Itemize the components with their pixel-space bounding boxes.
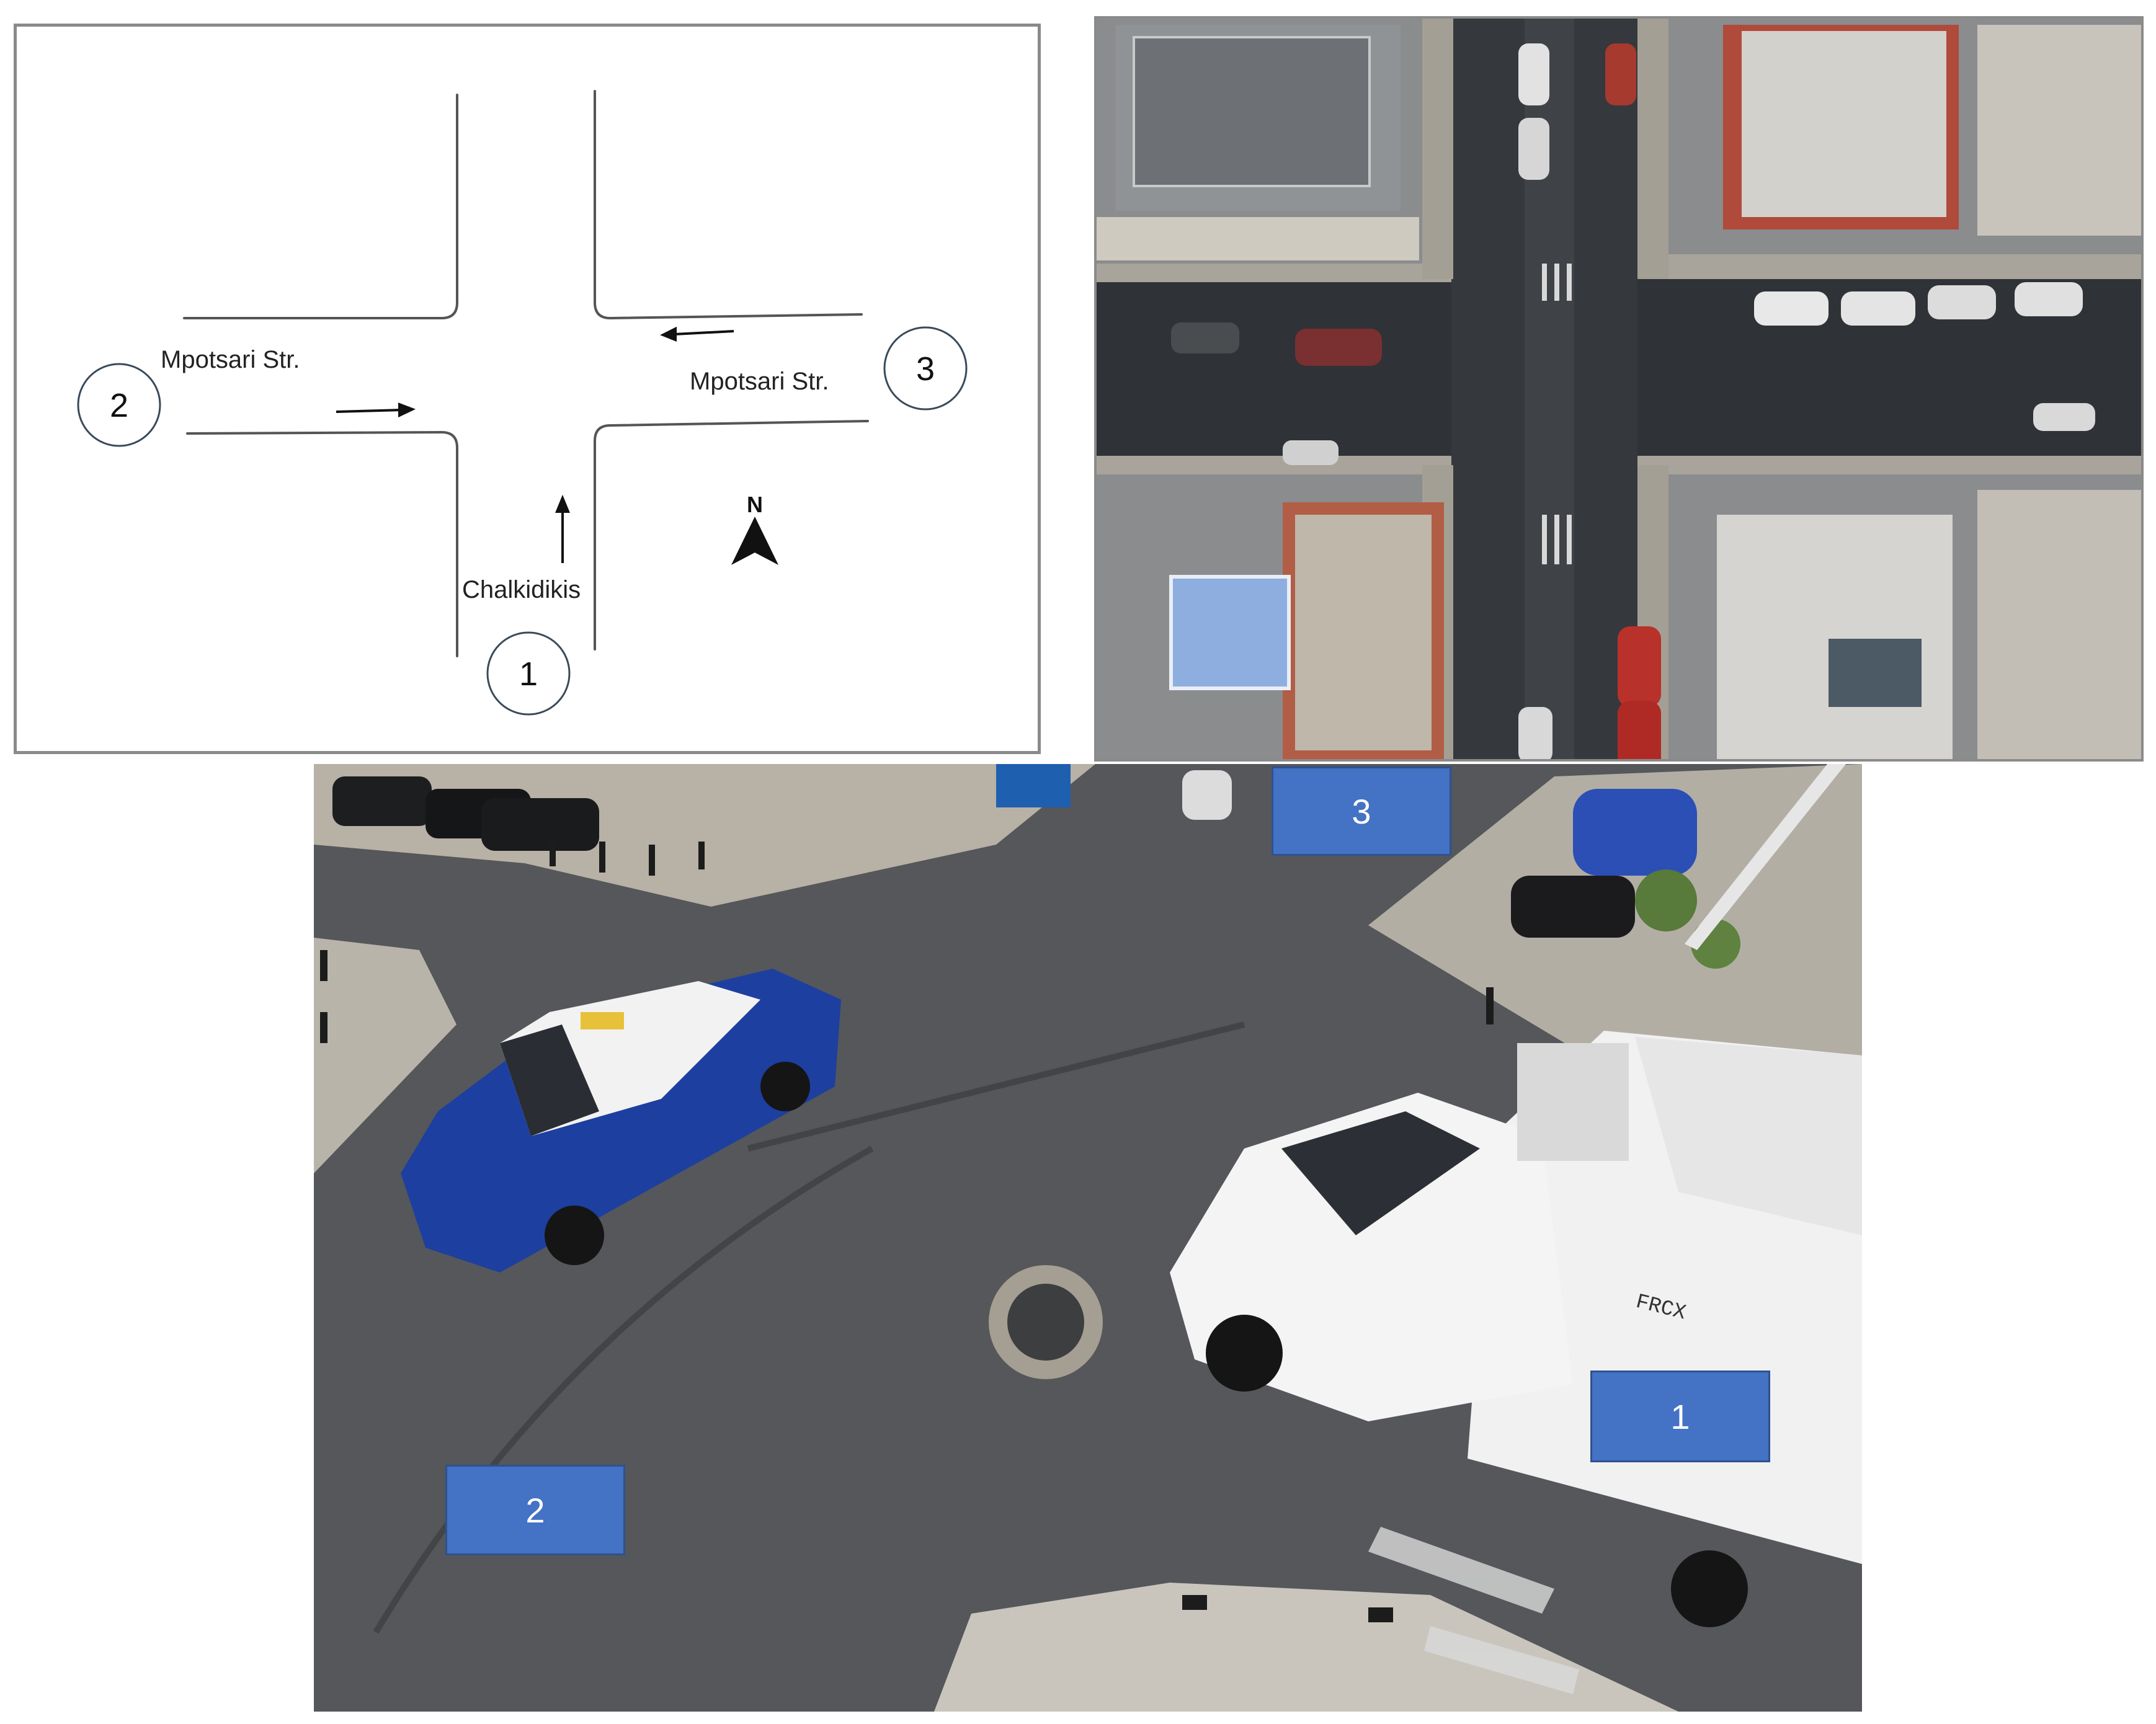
- street-label-west: Mpotsari Str.: [161, 346, 300, 373]
- arrow-eastbound: [336, 409, 402, 413]
- street-level-photo: FRCX 1 2 3: [314, 764, 1862, 1712]
- photo-label-2: 2: [445, 1465, 625, 1555]
- photo-label-3: 3: [1272, 766, 1451, 856]
- north-label: N: [747, 492, 763, 517]
- intersection-schematic: N Mpotsari Str. Mpotsari Str. Chalkidiki…: [14, 24, 1041, 754]
- taxi-sign: [581, 1012, 624, 1029]
- street-label-south: Chalkidikis: [462, 576, 581, 603]
- approach-number-2: 2: [110, 387, 128, 424]
- curb-southeast: [594, 420, 869, 651]
- approach-number-3: 3: [916, 350, 935, 388]
- waste-bin: [996, 764, 1071, 807]
- potted-plant: [1635, 869, 1697, 931]
- curb-southwest: [186, 430, 458, 657]
- curb-northeast: [594, 90, 863, 320]
- aerial-solar-panels: [1169, 575, 1291, 690]
- street-drawing: FRCX: [314, 764, 1862, 1712]
- curb-northwest: [183, 94, 458, 319]
- schematic-drawing: N Mpotsari Str. Mpotsari Str. Chalkidiki…: [77, 90, 968, 716]
- motorcycle-distant: [1182, 770, 1232, 820]
- parked-car-blue: [1573, 789, 1697, 876]
- aerial-photo: [1094, 16, 2144, 762]
- arrow-westbound: [674, 330, 734, 335]
- aerial-drawing: [1097, 19, 2141, 759]
- street-label-east: Mpotsari Str.: [690, 368, 829, 395]
- north-arrow-icon: [731, 517, 778, 565]
- approach-number-1: 1: [519, 655, 538, 693]
- truck-refrigeration-unit: [1517, 1043, 1629, 1161]
- parked-scooter: [1511, 876, 1635, 938]
- photo-label-1: 1: [1590, 1371, 1770, 1462]
